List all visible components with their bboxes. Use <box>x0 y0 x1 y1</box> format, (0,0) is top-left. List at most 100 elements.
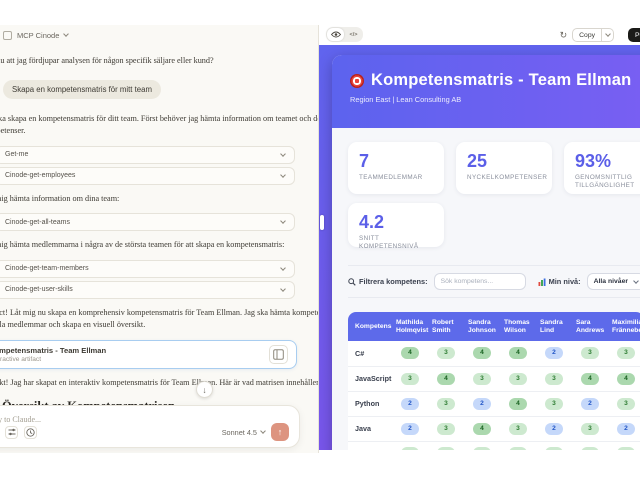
refresh-button[interactable]: ↻ <box>560 30 568 41</box>
send-button[interactable]: ↑ <box>271 423 289 441</box>
stat-card-nyckelkompetenser: 25 NYCKELKOMPETENSER <box>456 142 552 194</box>
document-title: Kompetensmatris - Team Ellman <box>371 71 632 89</box>
level-badge: 2 <box>545 422 563 435</box>
tune-button[interactable] <box>5 425 18 439</box>
stat-value: 7 <box>359 151 370 171</box>
level-cell: 3 <box>428 341 464 367</box>
skill-name <box>348 441 392 450</box>
level-badge: 3 <box>437 347 455 360</box>
stat-label: NYCKELKOMPETENSER <box>467 174 548 181</box>
sliders-icon <box>8 428 15 436</box>
skill-name: JavaScript <box>348 366 392 392</box>
column-header-member: Mathilda Holmqvist <box>392 312 428 341</box>
assistant-message: Låt mig hämta medlemmarna i några av de … <box>0 240 285 249</box>
stat-value: 25 <box>467 151 488 171</box>
level-cell: 3 <box>608 341 640 367</box>
assistant-message: Låt mig hämta information om dina team: <box>0 193 120 203</box>
level-cell: 3 <box>428 416 464 442</box>
stat-card-teammedlemmar: 7 TEAMMEDLEMMAR <box>348 142 444 194</box>
target-icon <box>350 73 364 88</box>
level-select[interactable]: Alla nivåer <box>586 273 640 290</box>
min-level-label: Min nivå: <box>548 277 581 286</box>
tool-call-get-user-skills[interactable]: Cinode-get-user-skills <box>0 280 295 299</box>
level-badge: 4 <box>581 372 599 385</box>
up-arrow-icon: ↑ <box>277 427 283 437</box>
level-badge: 4 <box>617 372 635 385</box>
stat-value: 4.2 <box>359 212 385 232</box>
preview-toggle-button[interactable] <box>327 28 344 41</box>
level-cell <box>608 441 640 450</box>
publish-button[interactable]: Publish <box>628 28 640 42</box>
model-selector[interactable]: Sonnet 4.5 <box>221 427 266 437</box>
level-badge: 3 <box>437 422 455 435</box>
tool-call-label: Cinode-get-team-members <box>5 265 89 272</box>
document-header: Kompetensmatris - Team Ellman Region Eas… <box>332 55 640 128</box>
level-badge: 2 <box>401 397 419 410</box>
matrix-row <box>348 441 640 450</box>
panel-resize-handle[interactable] <box>320 215 324 230</box>
level-select-value: Alla nivåer <box>593 278 629 285</box>
chat-panel: MCP Cinode Vill du att jag fördjupar ana… <box>0 25 318 453</box>
bar-chart-icon <box>538 278 546 286</box>
level-cell: 4 <box>572 366 608 392</box>
code-toggle-button[interactable]: </> <box>345 28 362 41</box>
chat-topbar: MCP Cinode <box>0 25 318 45</box>
matrix-row: C# 4 3 4 4 2 3 3 <box>348 341 640 367</box>
chevron-down-icon <box>280 218 286 224</box>
app-window: MCP Cinode Vill du att jag fördjupar ana… <box>0 25 640 453</box>
stat-label: SNITT KOMPETENSNIVÅ <box>359 235 419 250</box>
level-badge: 3 <box>437 397 455 410</box>
level-badge: 3 <box>473 372 491 385</box>
level-cell <box>500 441 536 450</box>
level-cell <box>428 441 464 450</box>
stat-card-tillganglighet: 93% GENOMSNITTLIG TILLGÄNGLIGHET <box>564 142 640 194</box>
skill-search-input[interactable] <box>433 273 526 290</box>
level-cell: 3 <box>572 416 608 442</box>
eye-icon <box>330 31 341 38</box>
level-cell: 3 <box>428 391 464 417</box>
scroll-to-bottom-button[interactable]: ↓ <box>196 381 213 398</box>
column-header-member: Robert Smith <box>428 312 464 341</box>
level-badge: 4 <box>437 372 455 385</box>
level-cell: 4 <box>464 341 500 367</box>
chevron-down-icon <box>280 171 286 178</box>
tool-call-label: Cinode-get-user-skills <box>5 286 73 293</box>
level-badge: 3 <box>617 347 635 360</box>
level-badge: 3 <box>401 372 419 385</box>
level-badge <box>473 446 491 450</box>
level-badge: 4 <box>473 347 491 360</box>
copy-button[interactable]: Copy <box>572 28 602 42</box>
history-button[interactable] <box>24 425 37 439</box>
level-badge: 2 <box>545 347 563 360</box>
stats-grid: 7 TEAMMEDLEMMAR 25 NYCKELKOMPETENSER 93%… <box>348 142 640 250</box>
level-badge: 3 <box>581 422 599 435</box>
copy-dropdown-button[interactable] <box>602 28 614 42</box>
tool-call-get-me[interactable]: Get-me <box>0 145 295 164</box>
level-cell: 4 <box>392 341 428 367</box>
stat-label: TEAMMEDLEMMAR <box>359 174 423 181</box>
level-badge: 3 <box>509 422 527 435</box>
artifact-card-title: Kompetensmatris - Team Ellman <box>0 345 107 355</box>
level-badge <box>581 446 599 450</box>
level-badge: 2 <box>401 422 419 435</box>
level-cell: 2 <box>572 391 608 417</box>
chevron-down-icon <box>604 31 611 37</box>
composer-controls: Sonnet 4.5 ↑ <box>5 423 289 441</box>
competence-matrix-table: Kompetens Mathilda Holmqvist Robert Smith S… <box>348 312 640 450</box>
chevron-down-icon <box>280 264 286 271</box>
stat-label: GENOMSNITTLIG TILLGÄNGLIGHET <box>575 174 635 189</box>
assistant-message: Jag ska skapa en kompetensmatris för dit… <box>0 113 318 136</box>
level-badge: 4 <box>401 347 419 360</box>
project-selector[interactable]: MCP Cinode <box>17 31 59 40</box>
tool-call-label: Get-me <box>5 151 29 158</box>
tool-call-get-team-members[interactable]: Cinode-get-team-members <box>0 259 295 278</box>
matrix-row: JavaScript 3 4 3 3 3 4 4 <box>348 366 640 392</box>
level-cell: 2 <box>536 416 572 442</box>
artifact-preview-card[interactable]: Kompetensmatris - Team Ellman Interactiv… <box>0 339 297 369</box>
level-cell: 3 <box>608 391 640 417</box>
tool-call-get-employees[interactable]: Cinode-get-employees <box>0 166 295 185</box>
model-name: Sonnet 4.5 <box>221 427 257 437</box>
tool-call-get-all-teams[interactable]: Cinode-get-all-teams <box>0 213 295 231</box>
level-cell: 3 <box>536 366 572 392</box>
document-body: 7 TEAMMEDLEMMAR 25 NYCKELKOMPETENSER 93%… <box>332 128 640 450</box>
